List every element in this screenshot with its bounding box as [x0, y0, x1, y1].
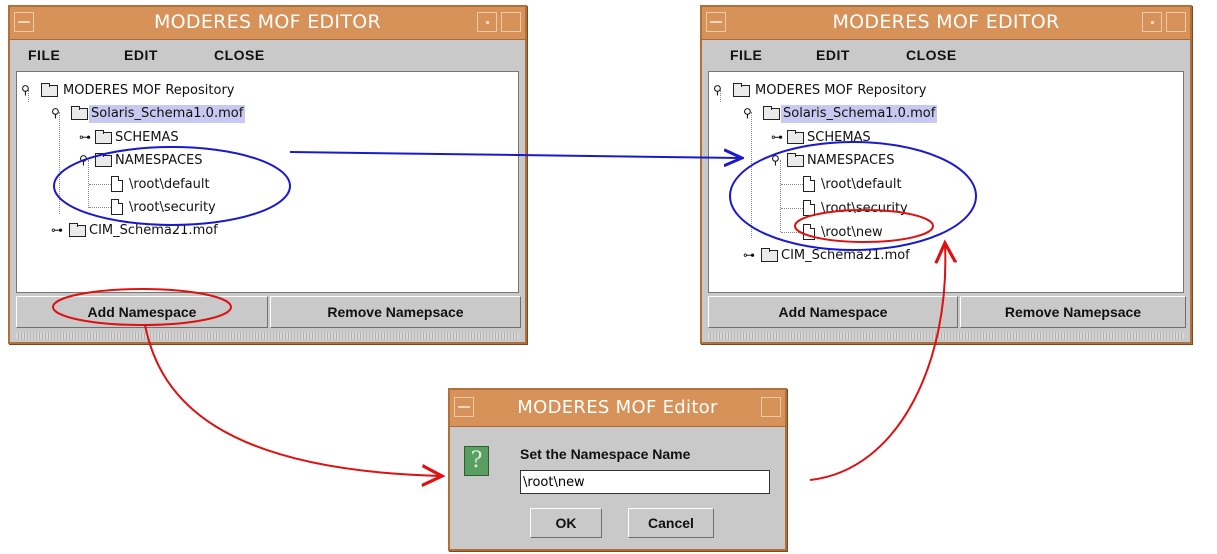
ok-button[interactable]: OK	[530, 508, 602, 538]
window-title: MODERES MOF EDITOR	[832, 11, 1060, 33]
file-icon	[803, 200, 815, 216]
expanded-toggle-icon[interactable]: ⚲	[771, 153, 780, 167]
button-row: Add Namespace Remove Namepsace	[16, 296, 521, 328]
folder-icon	[763, 106, 780, 120]
folder-icon	[761, 248, 778, 262]
add-namespace-button[interactable]: Add Namespace	[708, 296, 958, 328]
remove-namespace-button[interactable]: Remove Namepsace	[270, 296, 521, 328]
folder-icon	[95, 153, 112, 167]
folder-icon	[733, 83, 750, 97]
add-namespace-button[interactable]: Add Namespace	[16, 296, 268, 328]
button-row: Add Namespace Remove Namepsace	[708, 296, 1186, 328]
dialog-title: MODERES MOF Editor	[517, 397, 718, 418]
menu-file[interactable]: FILE	[730, 47, 762, 63]
file-icon	[111, 199, 123, 215]
question-icon: ?	[464, 446, 489, 476]
menu-bar: FILE EDIT CLOSE	[10, 40, 525, 70]
collapsed-toggle-icon[interactable]: ⊶	[743, 248, 755, 262]
dialog-title-bar[interactable]: MODERES MOF Editor	[450, 390, 785, 427]
folder-icon	[787, 130, 804, 144]
folder-icon	[71, 106, 88, 120]
collapsed-toggle-icon[interactable]: ⊶	[771, 130, 783, 144]
file-icon	[111, 176, 123, 192]
namespace-dialog: MODERES MOF Editor ? Set the Namespace N…	[448, 388, 787, 551]
repository-tree: ⚲ MODERES MOF Repository ⚲ Solaris_Schem…	[16, 71, 519, 293]
expanded-toggle-icon[interactable]: ⚲	[713, 83, 722, 97]
file-icon	[803, 224, 815, 240]
dialog-prompt: Set the Namespace Name	[520, 446, 691, 462]
minimize-icon[interactable]	[477, 12, 497, 32]
menu-file[interactable]: FILE	[28, 47, 60, 63]
menu-close[interactable]: CLOSE	[214, 47, 265, 63]
editor-window-before: MODERES MOF EDITOR FILE EDIT CLOSE ⚲ MOD…	[8, 5, 527, 344]
maximize-icon[interactable]	[1166, 12, 1186, 32]
cancel-button[interactable]: Cancel	[628, 508, 714, 538]
menu-bar: FILE EDIT CLOSE	[702, 40, 1190, 70]
close-icon[interactable]	[761, 397, 781, 417]
minimize-icon[interactable]	[1142, 12, 1162, 32]
expanded-toggle-icon[interactable]: ⚲	[79, 153, 88, 167]
expanded-toggle-icon[interactable]: ⚲	[743, 106, 752, 120]
menu-edit[interactable]: EDIT	[816, 47, 850, 63]
repository-tree: ⚲ MODERES MOF Repository ⚲ Solaris_Schem…	[708, 71, 1184, 293]
flow-arrow-to-dialog	[144, 324, 440, 476]
editor-window-after: MODERES MOF EDITOR FILE EDIT CLOSE ⚲ MOD…	[700, 5, 1192, 344]
collapsed-toggle-icon[interactable]: ⊶	[51, 223, 63, 237]
resize-grip[interactable]	[16, 333, 519, 339]
maximize-icon[interactable]	[501, 12, 521, 32]
title-bar[interactable]: MODERES MOF EDITOR	[10, 7, 525, 40]
expanded-toggle-icon[interactable]: ⚲	[51, 106, 60, 120]
folder-icon	[787, 153, 804, 167]
collapsed-toggle-icon[interactable]: ⊶	[79, 130, 91, 144]
remove-namespace-button[interactable]: Remove Namepsace	[960, 296, 1186, 328]
file-icon	[803, 176, 815, 192]
resize-grip[interactable]	[708, 333, 1184, 339]
window-title: MODERES MOF EDITOR	[153, 11, 381, 33]
folder-icon	[69, 223, 86, 237]
folder-icon	[95, 130, 112, 144]
namespace-name-input[interactable]	[520, 470, 770, 494]
expanded-toggle-icon[interactable]: ⚲	[21, 83, 30, 97]
menu-edit[interactable]: EDIT	[124, 47, 158, 63]
menu-close[interactable]: CLOSE	[906, 47, 957, 63]
title-bar[interactable]: MODERES MOF EDITOR	[702, 7, 1190, 40]
folder-icon	[41, 83, 58, 97]
